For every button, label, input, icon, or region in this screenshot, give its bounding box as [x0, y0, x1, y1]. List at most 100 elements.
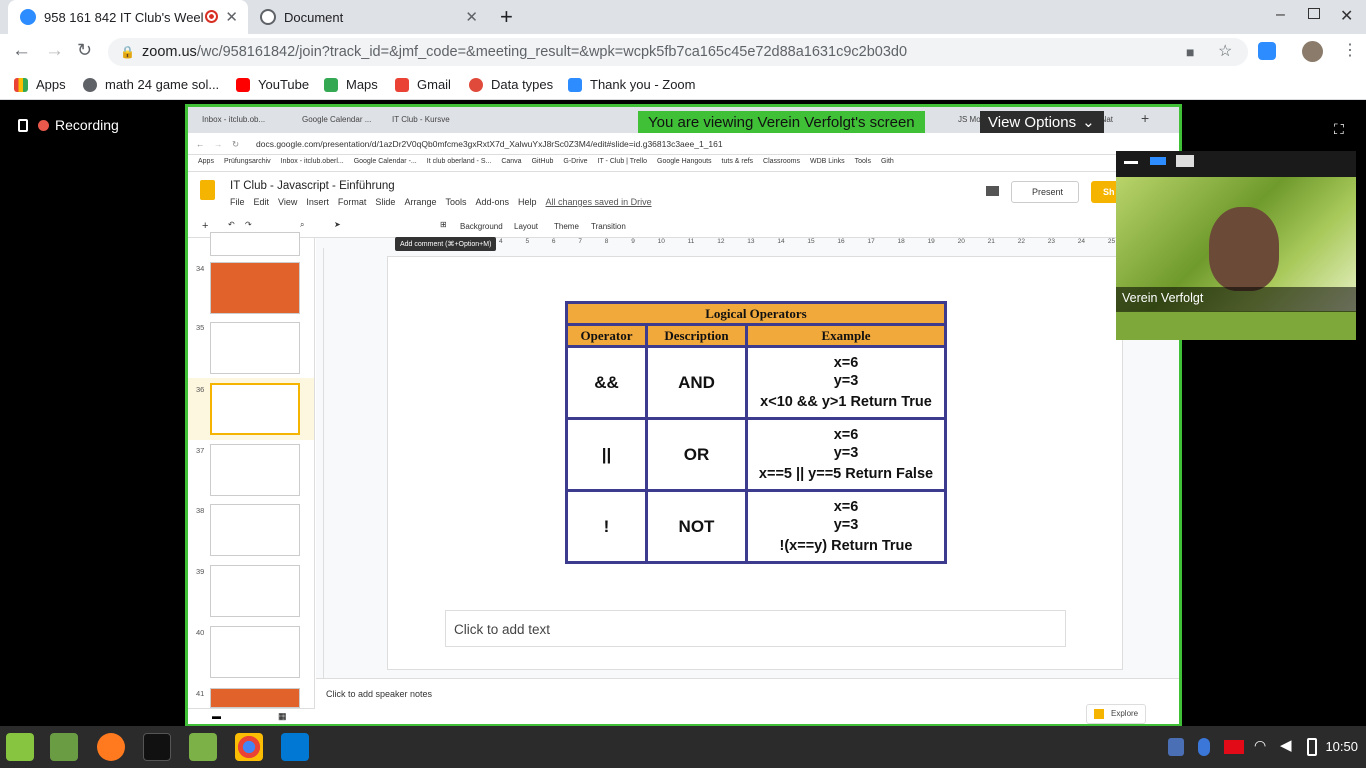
clock[interactable]: 10:50 [1325, 739, 1358, 754]
slides-logo-icon [200, 180, 215, 200]
view-options-button[interactable]: View Options ⌄ [980, 111, 1104, 134]
add-text-placeholder[interactable]: Click to add text [445, 610, 1066, 647]
new-tab-button[interactable]: + [500, 4, 513, 30]
add-comment-icon[interactable]: ⊞ [440, 220, 447, 229]
menu-insert[interactable]: Insert [306, 197, 329, 207]
folder-icon[interactable] [189, 733, 217, 761]
inner-new-tab-button[interactable]: + [1141, 110, 1149, 126]
operator-cell: ! [565, 489, 648, 564]
slide-thumbnail[interactable] [210, 688, 300, 708]
restore-window-button[interactable] [1308, 8, 1320, 19]
inner-back-icon: ← [196, 139, 205, 149]
terminal-icon[interactable] [143, 733, 171, 761]
slide[interactable]: Logical Operators Operator Description E… [387, 256, 1123, 670]
gallery-view-icon[interactable] [1176, 155, 1194, 167]
files-icon[interactable] [50, 733, 78, 761]
slide-thumbnail[interactable] [210, 322, 300, 374]
bookmark-youtube[interactable]: YouTube [236, 77, 309, 92]
reload-button[interactable]: ↻ [77, 40, 92, 61]
mint-menu-icon[interactable] [6, 733, 34, 761]
filmstrip-view-icon[interactable]: ▬ [212, 711, 221, 721]
recording-dot-icon [38, 119, 49, 131]
undo-icon[interactable]: ↶ [228, 220, 235, 229]
bookmark-thank-you-zoom[interactable]: Thank you - Zoom [568, 77, 696, 92]
theme-button[interactable]: Theme [554, 222, 579, 231]
menu-slide[interactable]: Slide [375, 197, 395, 207]
document-title[interactable]: IT Club - Javascript - Einführung [230, 180, 395, 192]
menu-file[interactable]: File [230, 197, 245, 207]
menu-edit[interactable]: Edit [254, 197, 270, 207]
menu-arrange[interactable]: Arrange [404, 197, 436, 207]
chrome-icon[interactable] [235, 733, 263, 761]
menu-view[interactable]: View [278, 197, 297, 207]
bookmark-data-types[interactable]: Data types [469, 77, 553, 92]
shield-icon[interactable] [1168, 738, 1184, 756]
background-button[interactable]: Background [460, 222, 503, 231]
operator-cell: || [565, 417, 648, 492]
save-status[interactable]: All changes saved in Drive [546, 197, 652, 207]
zoom-icon[interactable]: ⌕ [300, 220, 304, 230]
inner-tab-calendar[interactable]: Google Calendar ... [292, 107, 382, 131]
menu-format[interactable]: Format [338, 197, 367, 207]
bluetooth-icon[interactable] [1198, 738, 1210, 756]
close-window-button[interactable]: ✕ [1340, 6, 1353, 26]
bookmark-maps[interactable]: Maps [324, 77, 378, 92]
tab-zoom-meeting[interactable]: 958 161 842 IT Club's Weel ✕ [8, 0, 248, 34]
select-icon[interactable]: ➤ [334, 220, 341, 229]
volume-icon[interactable]: ◀ [1280, 736, 1292, 754]
slides-menu-bar: File Edit View Insert Format Slide Arrange Tool… [230, 197, 661, 207]
flag-icon[interactable] [1224, 740, 1244, 754]
table-row: || OR x=6 y=3 x==5 || y==5 Return False [565, 417, 947, 492]
zoom-meeting-area: Recording ⛶ Inbox - itclub.ob... Google … [0, 101, 1366, 727]
vscode-icon[interactable] [281, 733, 309, 761]
table-row: && AND x=6 y=3 x<10 && y>1 Return True [565, 345, 947, 420]
address-bar[interactable]: 🔒 zoom.us/wc/958161842/join?track_id=&jm… [108, 38, 1248, 66]
slide-thumbnail[interactable] [210, 444, 300, 496]
slide-thumbnail[interactable] [210, 565, 300, 617]
profile-avatar[interactable] [1302, 41, 1323, 62]
inner-reload-icon: ↻ [232, 139, 240, 149]
battery-icon[interactable] [1307, 738, 1317, 756]
transition-button[interactable]: Transition [591, 222, 626, 231]
slide-thumbnail[interactable] [210, 626, 300, 678]
active-speaker-icon[interactable] [1150, 157, 1166, 165]
close-tab-icon[interactable]: ✕ [465, 8, 478, 26]
back-button[interactable]: ← [12, 40, 31, 62]
minimize-window-button[interactable]: – [1276, 6, 1285, 24]
header-example: Example [745, 323, 947, 348]
url-host: zoom.us [142, 44, 197, 60]
camera-icon[interactable]: ■ [1186, 38, 1194, 66]
bookmark-star-icon[interactable]: ☆ [1218, 38, 1232, 66]
bookmark-math24[interactable]: math 24 game sol... [83, 77, 219, 92]
maps-icon [324, 77, 338, 92]
firefox-icon[interactable] [97, 733, 125, 761]
menu-help[interactable]: Help [518, 197, 537, 207]
bookmarks-bar: Apps math 24 game sol... YouTube Maps Gm… [0, 70, 1366, 100]
tab-document[interactable]: Document ✕ [248, 0, 488, 34]
inner-tab-it-club[interactable]: IT Club - Kursve [382, 107, 452, 131]
menu-addons[interactable]: Add-ons [475, 197, 509, 207]
menu-tools[interactable]: Tools [445, 197, 466, 207]
bookmark-gmail[interactable]: Gmail [395, 77, 451, 92]
slide-thumbnail[interactable] [210, 262, 300, 314]
slide-thumbnail[interactable] [210, 504, 300, 556]
layout-button[interactable]: Layout [514, 222, 538, 231]
grid-view-icon[interactable]: ▦ [278, 711, 287, 722]
new-slide-icon[interactable]: + [202, 220, 208, 232]
menu-icon[interactable]: ⋮ [1342, 40, 1358, 60]
explore-button[interactable]: Explore [1086, 704, 1146, 724]
close-tab-icon[interactable]: ✕ [225, 8, 238, 26]
comments-icon[interactable] [986, 186, 999, 196]
fullscreen-icon[interactable]: ⛶ [1334, 121, 1344, 138]
zoom-extension-icon[interactable] [1258, 42, 1276, 60]
inner-tab-inbox[interactable]: Inbox - itclub.ob... [192, 107, 292, 131]
wifi-icon[interactable]: ◠ [1254, 737, 1266, 754]
slide-thumbnail-active[interactable] [210, 383, 300, 435]
minimize-video-icon[interactable] [1124, 161, 1138, 164]
slide-thumbnail[interactable] [210, 232, 300, 256]
bookmark-apps[interactable]: Apps [14, 77, 66, 92]
forward-button[interactable]: → [45, 40, 64, 62]
speaker-notes[interactable]: Click to add speaker notes [316, 678, 1179, 724]
redo-icon[interactable]: ↷ [245, 220, 252, 229]
present-button[interactable]: Present [1011, 181, 1079, 203]
